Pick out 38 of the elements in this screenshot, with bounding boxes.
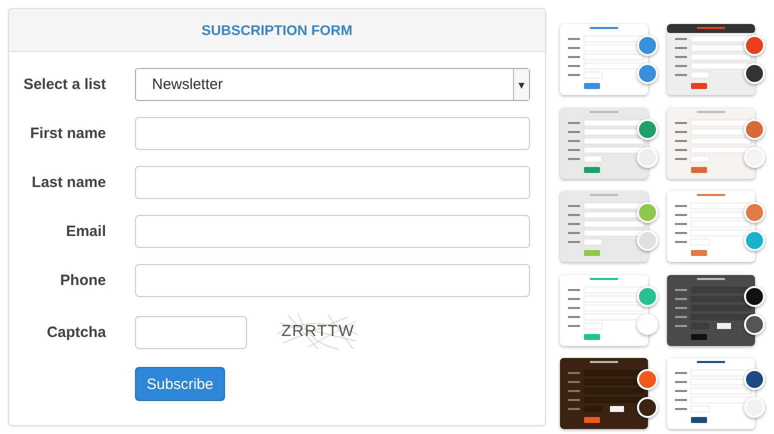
theme-thumbnail[interactable] xyxy=(667,108,755,179)
theme-thumbnail[interactable] xyxy=(667,358,755,430)
input-field[interactable] xyxy=(135,117,530,150)
field-label: Phone xyxy=(59,272,106,289)
theme-thumbnail[interactable] xyxy=(667,24,755,95)
theme-thumbnail[interactable] xyxy=(560,24,648,95)
theme-thumbnail[interactable] xyxy=(560,358,648,430)
list-select[interactable]: Newsletter ▾ xyxy=(135,68,530,101)
color-swatch[interactable] xyxy=(744,202,765,224)
color-swatch[interactable] xyxy=(637,202,658,224)
field-label: Email xyxy=(64,223,106,240)
color-swatch[interactable] xyxy=(744,35,765,56)
field-label: Captcha xyxy=(46,324,106,340)
color-swatch[interactable] xyxy=(744,397,765,418)
field-label: Last name xyxy=(30,174,106,191)
color-swatch[interactable] xyxy=(637,397,658,418)
theme-thumbnail[interactable] xyxy=(560,191,648,262)
theme-thumbnail[interactable] xyxy=(667,274,755,346)
color-swatch[interactable] xyxy=(744,369,765,390)
input-field[interactable] xyxy=(135,264,530,297)
theme-thumbnail[interactable] xyxy=(667,191,755,262)
theme-thumbnail[interactable] xyxy=(560,274,648,346)
theme-thumbnail[interactable] xyxy=(560,108,648,179)
color-swatch[interactable] xyxy=(744,230,765,252)
subscribe-button[interactable]: Subscribe xyxy=(135,367,225,401)
input-field[interactable] xyxy=(135,215,530,248)
color-swatch[interactable] xyxy=(637,230,658,252)
captcha-field[interactable] xyxy=(135,316,247,348)
color-swatch[interactable] xyxy=(744,63,765,84)
field-label: First name xyxy=(29,125,106,142)
form-title: SUBSCRIPTION FORM xyxy=(202,22,352,38)
color-swatch[interactable] xyxy=(637,369,658,390)
input-field[interactable] xyxy=(135,166,530,199)
field-label: Select a list xyxy=(22,76,106,93)
captcha-text: ZRRTTW xyxy=(281,323,355,341)
caret-icon[interactable]: ▾ xyxy=(513,69,529,100)
color-swatch[interactable] xyxy=(637,63,658,84)
color-swatch[interactable] xyxy=(637,35,658,56)
